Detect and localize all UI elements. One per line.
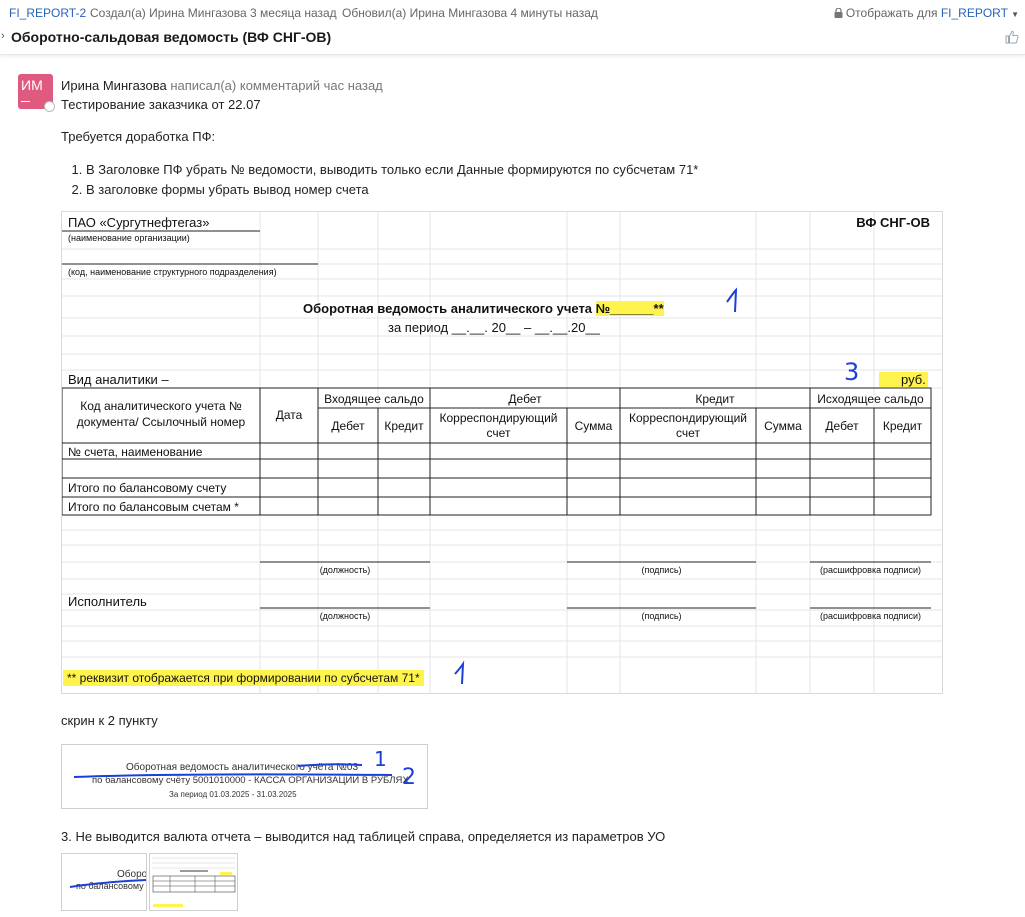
screenshot-thumbnail-1[interactable]: Оборотная ведомость аналитического учёта… [61, 744, 428, 809]
comment-author[interactable]: Ирина Мингазова [61, 78, 167, 93]
currency-label: руб. [879, 372, 928, 387]
dept-caption: (код, наименование структурного подразде… [68, 267, 277, 277]
comment-line-2: Требуется доработка ПФ: [61, 129, 216, 144]
org-name: ПАО «Сургутнефтегаз» [68, 215, 210, 230]
list-item: В Заголовке ПФ убрать № ведомости, вывод… [86, 160, 698, 180]
thumbs-up-icon[interactable] [1005, 30, 1019, 44]
chevron-down-icon: ▼ [1011, 10, 1019, 19]
col-header-date: Дата [275, 408, 303, 422]
sub-header-debit: Дебет [331, 419, 365, 433]
report-period: за период __.__. 20__ – __.__.20__ [388, 320, 600, 335]
sub-header-credit: Кредит [882, 419, 923, 433]
chevron-right-icon[interactable]: › [1, 30, 5, 42]
screenshot-thumbnail-3[interactable] [149, 853, 238, 911]
org-caption: (наименование организации) [68, 233, 190, 243]
signature-decode-caption: (расшифровка подписи) [820, 565, 921, 575]
sub-header-corr: Корреспондирующий счет [628, 411, 747, 440]
visibility-project: FI_REPORT [940, 6, 1008, 20]
ink-strike [73, 763, 393, 778]
annotation-mark-3: 3 [844, 358, 860, 386]
sub-header-sum: Сумма [764, 419, 802, 433]
annotation-mark-1: 1 [374, 747, 387, 771]
col-header-code: Код аналитического учета № документа/ Сс… [76, 399, 246, 429]
status-badge-icon [44, 101, 55, 112]
avatar-initials: ИМ [21, 77, 43, 93]
visibility-prefix: Отображать для [845, 6, 938, 20]
report-number: №______** [595, 301, 664, 316]
avatar[interactable]: ИМ [18, 74, 55, 112]
executor-label: Исполнитель [68, 594, 147, 609]
footnote: ** реквизит отображается при формировани… [63, 670, 424, 686]
col-header-opening: Входящее сальдо [324, 392, 424, 406]
annotation-mark-2: 2 [402, 765, 416, 790]
updated-info: Обновил(а) Ирина Мингазова 4 минуты наза… [342, 6, 598, 20]
sub-header-corr: Корреспондирующий счет [439, 411, 558, 440]
list-item: В заголовке формы убрать вывод номер сче… [86, 180, 698, 200]
signature-position-caption: (должность) [319, 565, 371, 575]
report-title-text: Оборотная ведомость аналитического учета [303, 301, 596, 316]
signature-sign-caption: (подпись) [641, 611, 682, 621]
report-title: Оборотная ведомость аналитического учета… [303, 301, 664, 316]
comment-header: Ирина Мингазова написал(а) комментарий ч… [61, 78, 383, 93]
created-info: Создал(а) Ирина Мингазова 3 месяца назад [90, 6, 337, 20]
col-header-credit: Кредит [695, 392, 735, 406]
mini-form-preview [152, 857, 236, 907]
ink-strike [69, 879, 146, 888]
row-total-account: Итого по балансовому счету [68, 481, 227, 495]
lock-icon [834, 7, 842, 18]
sub-header-credit: Кредит [384, 419, 424, 433]
signature-position-caption: (должность) [319, 611, 371, 621]
point-3: 3. Не выводится валюта отчета – выводитс… [61, 829, 666, 844]
signature-decode-caption: (расшифровка подписи) [820, 611, 921, 621]
signature-sign-caption: (подпись) [641, 565, 682, 575]
screenshot-thumbnail-2[interactable]: Оборо по балансовому [61, 853, 147, 911]
col-header-debit: Дебет [508, 392, 542, 406]
form-screenshot[interactable]: ПАО «Сургутнефтегаз» ВФ СНГ-ОВ (наименов… [61, 211, 943, 694]
row-account: № счета, наименование [68, 445, 203, 459]
visibility-selector[interactable]: Отображать для FI_REPORT ▼ [834, 6, 1019, 20]
issue-meta-bar: FI_REPORT-2 Создал(а) Ирина Мингазова 3 … [0, 0, 1025, 26]
issue-key-link[interactable]: FI_REPORT-2 [9, 6, 86, 20]
requirements-list: В Заголовке ПФ убрать № ведомости, вывод… [70, 160, 698, 200]
comment-action: написал(а) комментарий час назад [170, 78, 383, 93]
comment-line-1: Тестирование заказчика от 22.07 [61, 97, 261, 112]
sub-header-sum: Сумма [574, 419, 613, 433]
issue-title: Оборотно-сальдовая ведомость (ВФ СНГ-ОВ) [11, 29, 332, 45]
issue-title-bar: › Оборотно-сальдовая ведомость (ВФ СНГ-О… [0, 26, 1025, 55]
screen-caption: скрин к 2 пункту [61, 713, 158, 728]
row-total-accounts: Итого по балансовым счетам * [68, 500, 239, 514]
sub-header-debit: Дебет [825, 419, 859, 433]
col-header-closing: Исходящее сальдо [817, 392, 924, 406]
form-code: ВФ СНГ-ОВ [856, 215, 930, 230]
analytics-label: Вид аналитики – [68, 372, 169, 387]
